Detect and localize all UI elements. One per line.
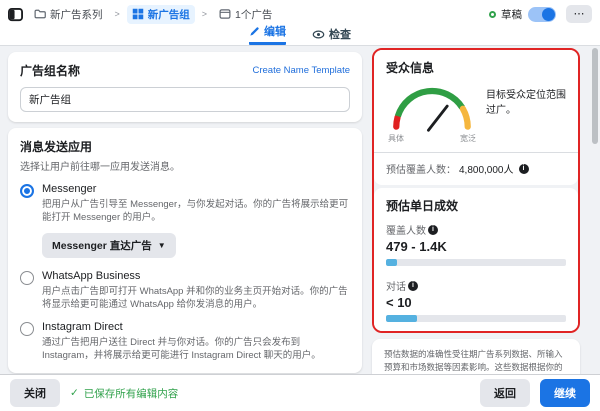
back-button[interactable]: 返回 <box>480 379 530 407</box>
messaging-apps-subtitle: 选择让用户前往哪一应用发送消息。 <box>20 158 350 173</box>
check-icon: ✓ <box>70 387 79 399</box>
daily-results-card: 预估单日成效 覆盖人数 479 - 1.4K 对话 < 10 <box>374 188 578 331</box>
breadcrumb-ad[interactable]: 1个广告 <box>214 5 277 24</box>
eye-icon <box>312 28 325 41</box>
breadcrumb-campaign[interactable]: 新广告系列 <box>29 5 108 24</box>
option-instagram-description: 通过广告把用户送往 Direct 并与你对话。你的广告只会发布到 Instagr… <box>42 336 350 363</box>
metric-conversations: 对话 < 10 <box>386 278 566 322</box>
create-name-template-link[interactable]: Create Name Template <box>252 65 350 76</box>
option-messenger-name[interactable]: Messenger <box>42 183 350 195</box>
chevron-down-icon: ▼ <box>158 241 166 250</box>
breadcrumb: 新广告系列 > 新广告组 > 1个广告 草稿 ⋯ <box>0 0 600 28</box>
option-messenger: Messenger 把用户从广告引导至 Messenger，与你发起对话。你的广… <box>20 183 350 225</box>
pencil-icon <box>249 26 260 37</box>
breadcrumb-separator: > <box>201 9 208 19</box>
option-messenger-description: 把用户从广告引导至 Messenger，与你发起对话。你的广告将展示给更可能打开… <box>42 198 350 225</box>
tab-bar: 编辑 检查 <box>0 28 600 45</box>
gauge-arc <box>386 82 478 132</box>
option-whatsapp: WhatsApp Business 用户点击广告即可打开 WhatsApp 并和… <box>20 270 350 312</box>
option-whatsapp-name[interactable]: WhatsApp Business <box>42 270 350 282</box>
ad-set-name-title: 广告组名称 <box>20 62 80 79</box>
option-instagram-name[interactable]: Instagram Direct <box>42 321 350 333</box>
edit-panel: 广告组名称 Create Name Template 消息发送应用 选择让用户前… <box>8 52 362 411</box>
draft-status: 草稿 <box>489 7 522 22</box>
gauge-label-broad: 宽泛 <box>460 133 476 144</box>
metric-conversations-bar <box>386 315 566 322</box>
vertical-scrollbar[interactable] <box>591 46 599 374</box>
divider <box>374 152 578 153</box>
audience-title: 受众信息 <box>386 59 566 76</box>
option-instagram: Instagram Direct 通过广告把用户送往 Direct 并与你对话。… <box>20 321 350 363</box>
metric-reach-bar <box>386 259 566 266</box>
tab-review-label: 检查 <box>329 26 351 42</box>
radio-whatsapp[interactable] <box>20 271 34 285</box>
saved-status: ✓ 已保存所有编辑内容 <box>70 386 178 401</box>
ad-set-name-card: 广告组名称 Create Name Template <box>8 52 362 122</box>
messenger-ad-type-dropdown[interactable]: Messenger 直达广告 ▼ <box>42 233 176 258</box>
draft-status-icon <box>489 11 496 18</box>
estimated-reach-value: 4,800,000人 <box>459 161 514 176</box>
more-options-button[interactable]: ⋯ <box>566 5 592 23</box>
metric-reach: 覆盖人数 479 - 1.4K <box>386 222 566 266</box>
close-button[interactable]: 关闭 <box>10 379 60 407</box>
option-whatsapp-description: 用户点击广告即可打开 WhatsApp 并和你的业务主页开始对话。你的广告将显示… <box>42 285 350 312</box>
info-icon[interactable] <box>408 281 418 291</box>
tab-edit[interactable]: 编辑 <box>249 23 286 45</box>
continue-button[interactable]: 继续 <box>540 379 590 407</box>
ad-set-name-input[interactable] <box>20 87 350 112</box>
daily-results-title: 预估单日成效 <box>386 197 566 214</box>
breadcrumb-separator: > <box>114 9 121 19</box>
estimated-reach-label: 预估覆盖人数： <box>386 161 456 176</box>
grid-icon <box>132 8 144 20</box>
ad-icon <box>219 8 231 20</box>
metric-reach-value: 479 - 1.4K <box>386 239 566 254</box>
breadcrumb-adset-label: 新广告组 <box>148 7 190 22</box>
draft-toggle[interactable] <box>528 7 556 22</box>
metric-reach-bar-fill <box>386 259 397 266</box>
gauge-label-specific: 具体 <box>388 133 404 144</box>
toggle-knob <box>542 8 555 21</box>
tab-edit-label: 编辑 <box>264 23 286 39</box>
metric-reach-label: 覆盖人数 <box>386 222 426 237</box>
folder-icon <box>34 8 46 20</box>
audience-gauge: 具体 宽泛 <box>386 82 478 144</box>
audience-message: 目标受众定位范围过广。 <box>486 82 566 144</box>
top-header: 新广告系列 > 新广告组 > 1个广告 草稿 ⋯ 编辑 <box>0 0 600 46</box>
audience-alert-box: 受众信息 具体 宽泛 目标受众定位范围过广。 <box>372 48 580 333</box>
metric-conversations-value: < 10 <box>386 295 566 310</box>
metric-conversations-bar-fill <box>386 315 417 322</box>
radio-instagram[interactable] <box>20 322 34 336</box>
messaging-apps-card: 消息发送应用 选择让用户前往哪一应用发送消息。 Messenger 把用户从广告… <box>8 128 362 373</box>
scrollbar-thumb[interactable] <box>592 48 598 144</box>
messenger-ad-type-label: Messenger 直达广告 <box>52 238 152 253</box>
draft-label: 草稿 <box>501 7 522 22</box>
tab-review[interactable]: 检查 <box>312 26 351 45</box>
breadcrumb-adset[interactable]: 新广告组 <box>127 5 195 24</box>
breadcrumb-ad-label: 1个广告 <box>235 7 272 22</box>
radio-messenger[interactable] <box>20 184 34 198</box>
breadcrumb-campaign-label: 新广告系列 <box>50 7 103 22</box>
messaging-apps-title: 消息发送应用 <box>20 138 350 155</box>
sidebar-toggle-icon[interactable] <box>8 7 23 22</box>
info-icon[interactable] <box>519 164 529 174</box>
metric-conversations-label: 对话 <box>386 278 406 293</box>
audience-card: 受众信息 具体 宽泛 目标受众定位范围过广。 <box>374 50 578 185</box>
info-icon[interactable] <box>428 225 438 235</box>
estimates-panel: 受众信息 具体 宽泛 目标受众定位范围过广。 <box>372 48 580 411</box>
footer-bar: 关闭 ✓ 已保存所有编辑内容 返回 继续 <box>0 374 600 411</box>
gauge-needle <box>428 106 447 130</box>
saved-status-label: 已保存所有编辑内容 <box>84 386 179 401</box>
